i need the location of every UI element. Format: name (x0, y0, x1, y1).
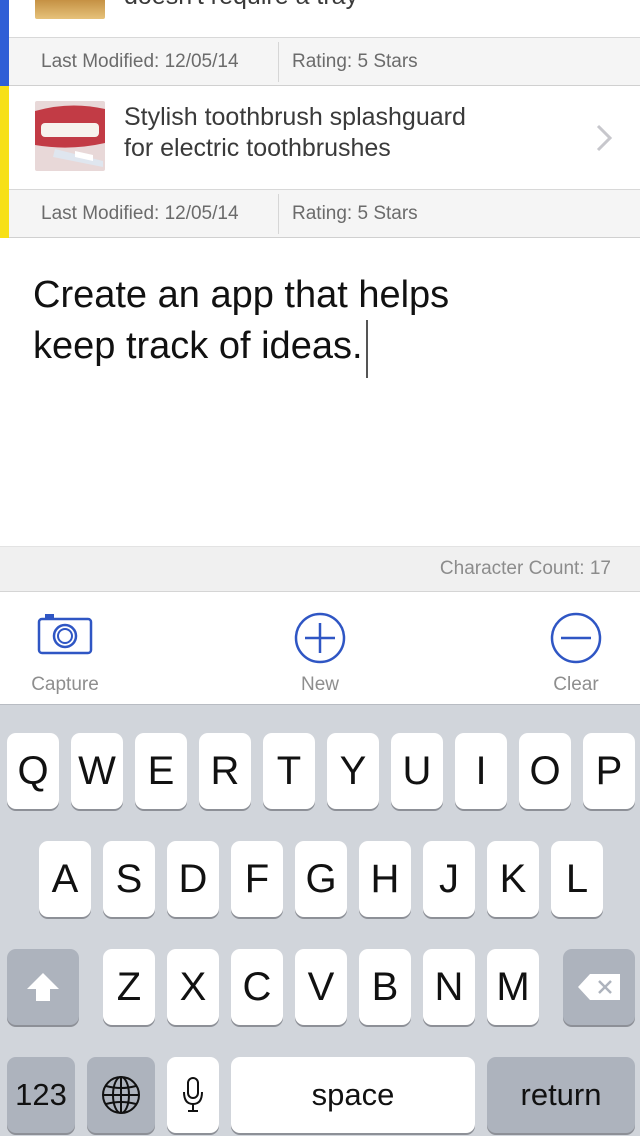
idea-text-editor[interactable]: Create an app that helps keep track of i… (0, 238, 640, 546)
idea-title: doesn't require a tray (124, 0, 564, 12)
capture-button[interactable]: Capture (0, 592, 130, 704)
dictation-key[interactable] (167, 1057, 219, 1133)
new-button[interactable]: New (255, 592, 385, 704)
idea-main[interactable]: doesn't require a tray (9, 0, 640, 38)
shift-arrow-icon (27, 973, 59, 1001)
key-i[interactable]: I (455, 733, 507, 809)
idea-row[interactable]: Stylish toothbrush splashguard for elect… (0, 86, 640, 238)
character-count: Character Count: 17 (439, 558, 611, 579)
key-n[interactable]: N (423, 949, 475, 1025)
idea-main[interactable]: Stylish toothbrush splashguard for elect… (9, 86, 640, 190)
minus-circle-icon (550, 612, 602, 664)
action-toolbar: Capture New Clear (0, 592, 640, 704)
key-r[interactable]: R (199, 733, 251, 809)
microphone-icon (183, 1077, 203, 1112)
key-y[interactable]: Y (327, 733, 379, 809)
key-g[interactable]: G (295, 841, 347, 917)
numbers-key[interactable]: 123 (7, 1057, 75, 1133)
key-w[interactable]: W (71, 733, 123, 809)
key-q[interactable]: Q (7, 733, 59, 809)
rating: Rating: 5 Stars (292, 51, 418, 72)
shift-key[interactable] (7, 949, 79, 1025)
key-x[interactable]: X (167, 949, 219, 1025)
capture-label: Capture (31, 674, 99, 695)
idea-accent-bar (0, 0, 9, 86)
clear-label: Clear (553, 674, 599, 695)
meta-divider (278, 42, 279, 82)
idea-title: Stylish toothbrush splashguard for elect… (124, 103, 466, 162)
plus-circle-icon (294, 612, 346, 664)
key-e[interactable]: E (135, 733, 187, 809)
key-b[interactable]: B (359, 949, 411, 1025)
key-f[interactable]: F (231, 841, 283, 917)
last-modified: Last Modified: 12/05/14 (41, 203, 239, 224)
key-v[interactable]: V (295, 949, 347, 1025)
idea-meta: Last Modified: 12/05/14 Rating: 5 Stars (9, 38, 640, 86)
idea-thumbnail (35, 0, 105, 19)
idea-text-line: Create an app that helps (33, 274, 450, 316)
idea-thumbnail (35, 101, 105, 171)
idea-row[interactable]: doesn't require a tray Last Modified: 12… (0, 0, 640, 86)
return-key[interactable]: return (487, 1057, 635, 1133)
clear-button[interactable]: Clear (511, 592, 640, 704)
text-cursor (365, 320, 368, 378)
idea-accent-bar (0, 86, 9, 238)
backspace-icon (578, 974, 620, 1000)
key-o[interactable]: O (519, 733, 571, 809)
key-k[interactable]: K (487, 841, 539, 917)
idea-meta: Last Modified: 12/05/14 Rating: 5 Stars (9, 190, 640, 238)
on-screen-keyboard: Q W E R T Y U I O P A S D F G H J K L Z … (0, 704, 640, 1136)
key-j[interactable]: J (423, 841, 475, 917)
character-count-bar: Character Count: 17 (0, 546, 640, 592)
key-c[interactable]: C (231, 949, 283, 1025)
globe-icon (102, 1076, 140, 1114)
camera-icon (37, 614, 93, 655)
chevron-right-icon (596, 124, 613, 152)
meta-divider (278, 194, 279, 234)
idea-text-line: keep track of ideas. (33, 325, 363, 367)
new-label: New (300, 674, 339, 695)
idea-text[interactable]: Create an app that helps keep track of i… (33, 270, 593, 378)
delete-key[interactable] (563, 949, 635, 1025)
last-modified: Last Modified: 12/05/14 (41, 51, 239, 72)
key-d[interactable]: D (167, 841, 219, 917)
key-m[interactable]: M (487, 949, 539, 1025)
key-t[interactable]: T (263, 733, 315, 809)
key-s[interactable]: S (103, 841, 155, 917)
key-h[interactable]: H (359, 841, 411, 917)
space-key[interactable]: space (231, 1057, 475, 1133)
key-p[interactable]: P (583, 733, 635, 809)
key-l[interactable]: L (551, 841, 603, 917)
key-a[interactable]: A (39, 841, 91, 917)
key-u[interactable]: U (391, 733, 443, 809)
key-z[interactable]: Z (103, 949, 155, 1025)
globe-key[interactable] (87, 1057, 155, 1133)
rating: Rating: 5 Stars (292, 203, 418, 224)
